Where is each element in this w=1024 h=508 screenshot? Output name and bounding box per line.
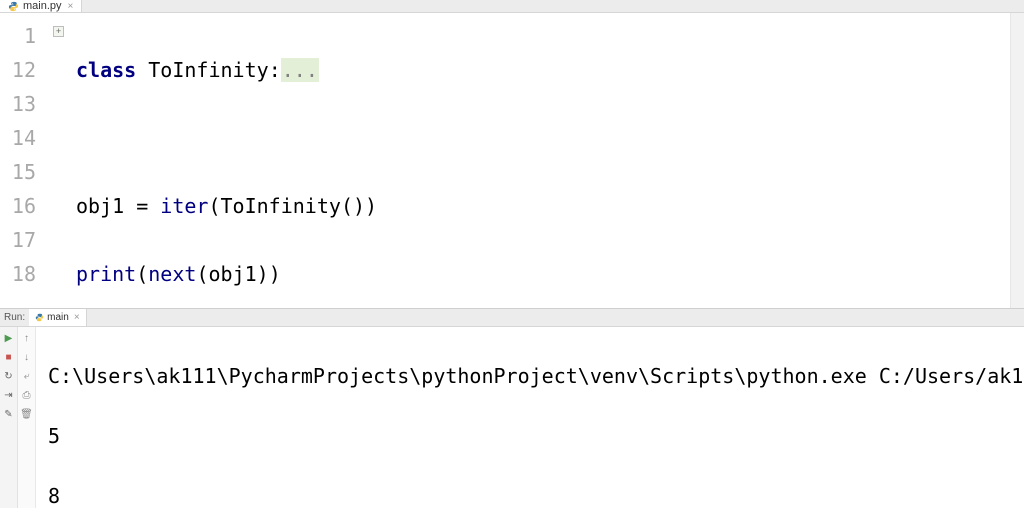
editor-area: 1 12 13 14 15 16 17 18 + class ToInfinit… [0, 13, 1024, 308]
python-file-icon [8, 1, 19, 12]
console-command-line: C:\Users\ak111\PycharmProjects\pythonPro… [48, 361, 1016, 391]
line-number: 14 [0, 121, 46, 155]
run-body: ▶ ■ ↻ ⇥ ✎ ↑ ↓ ⤶ ⎙ 🗑 C:\Users\ak111\Pycha… [0, 327, 1024, 508]
code-line [76, 121, 1010, 155]
run-header: Run: main × [0, 309, 1024, 327]
stop-button-icon[interactable]: ■ [2, 350, 16, 364]
console-output[interactable]: C:\Users\ak111\PycharmProjects\pythonPro… [36, 327, 1024, 508]
editor-tab-bar: main.py × [0, 0, 1024, 13]
toggle-structure-icon[interactable]: ✎ [2, 407, 16, 421]
code-line: obj1 = iter(ToInfinity()) [76, 189, 1010, 223]
line-number-gutter: 1 12 13 14 15 16 17 18 [0, 13, 46, 308]
line-number: 15 [0, 155, 46, 189]
run-toolbar-primary: ▶ ■ ↻ ⇥ ✎ [0, 327, 18, 508]
line-number: 17 [0, 223, 46, 257]
class-name: ToInfinity [148, 58, 268, 82]
keyword-class: class [76, 58, 136, 82]
run-tool-window: Run: main × ▶ ■ ↻ ⇥ ✎ ↑ ↓ ⤶ ⎙ [0, 308, 1024, 508]
code-editor[interactable]: class ToInfinity:... obj1 = iter(ToInfin… [76, 13, 1010, 308]
console-output-line: 5 [48, 421, 1016, 451]
run-tab-main[interactable]: main × [29, 309, 87, 326]
builtin-iter: iter [160, 194, 208, 218]
run-tab-name: main [47, 312, 69, 323]
close-tab-icon[interactable]: × [68, 1, 74, 12]
fold-gutter: + [46, 13, 76, 308]
run-toolbar-secondary: ↑ ↓ ⤶ ⎙ 🗑 [18, 327, 36, 508]
editor-scrollbar[interactable] [1010, 13, 1024, 308]
scroll-up-icon[interactable]: ↑ [20, 331, 34, 345]
rerun-button-icon[interactable]: ↻ [2, 369, 16, 383]
line-number: 12 [0, 53, 46, 87]
editor-tab-filename: main.py [23, 0, 62, 12]
code-line: class ToInfinity:... [76, 53, 1010, 87]
fold-expand-icon[interactable]: + [53, 26, 64, 37]
soft-wrap-icon[interactable]: ⤶ [20, 369, 34, 383]
run-panel-label: Run: [0, 312, 29, 323]
folded-ellipsis[interactable]: ... [281, 58, 319, 82]
ide-window: main.py × 1 12 13 14 15 16 17 18 + class… [0, 0, 1024, 508]
close-run-tab-icon[interactable]: × [74, 312, 80, 323]
line-number: 18 [0, 257, 46, 291]
line-number: 16 [0, 189, 46, 223]
console-output-line: 8 [48, 481, 1016, 508]
line-number: 1 [0, 19, 46, 53]
editor-tab-main[interactable]: main.py × [0, 0, 82, 12]
print-icon[interactable]: ⎙ [20, 388, 34, 402]
run-button-icon[interactable]: ▶ [2, 331, 16, 345]
clear-all-icon[interactable]: 🗑 [20, 407, 34, 421]
step-into-icon[interactable]: ⇥ [2, 388, 16, 402]
line-number: 13 [0, 87, 46, 121]
python-run-icon [35, 313, 44, 322]
scroll-down-icon[interactable]: ↓ [20, 350, 34, 364]
code-line: print(next(obj1)) [76, 257, 1010, 291]
